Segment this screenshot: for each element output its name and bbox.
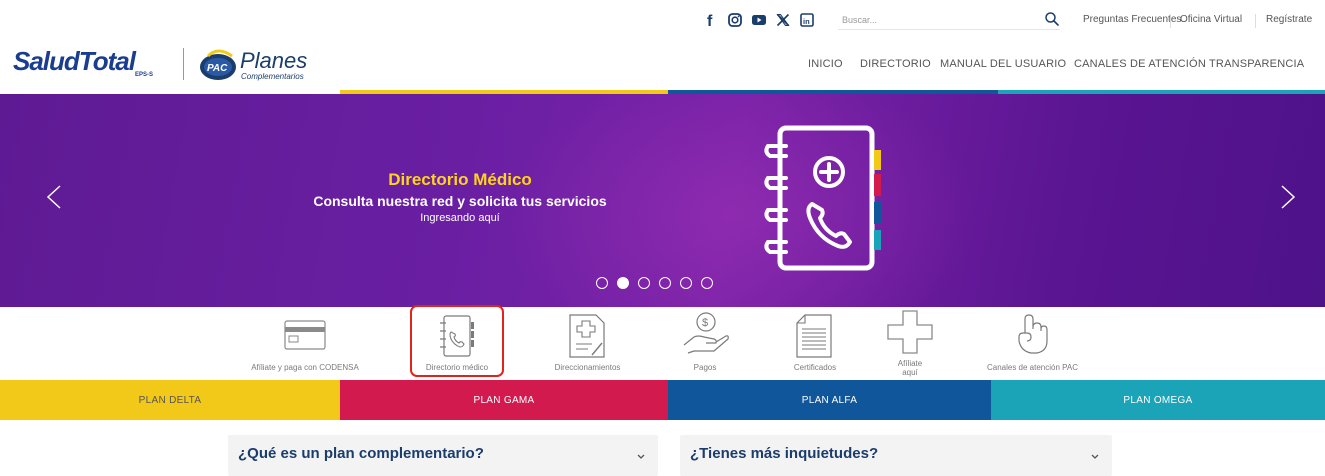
- quick-item-afiliate[interactable]: Afíliate aquí: [880, 307, 940, 380]
- hero-title: Directorio Médico: [388, 170, 532, 189]
- logo-pac-badge: PAC: [207, 63, 228, 74]
- slider-dot-5[interactable]: [680, 277, 692, 289]
- quick-access-bar: Afíliate y paga con CODENSA Directorio m…: [0, 307, 1325, 380]
- hero-subtitle: Consulta nuestra red y solicita tus serv…: [313, 193, 607, 209]
- quick-label: Pagos: [693, 363, 717, 372]
- logo-main-text: SaludTotal: [13, 46, 136, 76]
- quick-item-codensa[interactable]: Afíliate y paga con CODENSA: [230, 307, 380, 380]
- slider-dot-4[interactable]: [659, 277, 671, 289]
- payment-hand-icon: $: [682, 311, 730, 360]
- quick-label: Afíliate y paga con CODENSA: [251, 363, 359, 372]
- logo-suffix: EPS-S: [134, 72, 153, 79]
- accordion-mas-inquietudes[interactable]: ¿Tienes más inquietudes?: [680, 435, 1112, 476]
- plan-gama-button[interactable]: PLAN GAMA: [340, 380, 668, 420]
- certificate-document-icon: [795, 313, 833, 364]
- virtual-office-link[interactable]: Oficina Virtual: [1180, 14, 1242, 25]
- nav-canales-atencion[interactable]: CANALES DE ATENCIÓN: [1074, 58, 1206, 70]
- linkedin-icon[interactable]: in: [798, 11, 816, 29]
- selected-item-highlight: [410, 305, 504, 377]
- logo-pac-subtitle: Complementarios: [241, 72, 304, 81]
- divider: [1255, 14, 1256, 28]
- logo-pac-title: Planes: [240, 48, 307, 73]
- youtube-icon[interactable]: [750, 11, 768, 29]
- slider-dot-2[interactable]: [617, 277, 629, 289]
- accordion-title: ¿Qué es un plan complementario?: [238, 445, 484, 462]
- hero-slider: Directorio Médico Consulta nuestra red y…: [0, 94, 1325, 307]
- plus-cross-icon: [886, 309, 934, 360]
- search-input[interactable]: [838, 11, 1028, 29]
- facebook-icon[interactable]: f: [702, 11, 720, 30]
- nav-directorio[interactable]: DIRECTORIO: [860, 58, 931, 70]
- chevron-down-icon: [636, 449, 646, 459]
- medical-document-icon: [568, 313, 606, 364]
- quick-label: Certificados: [793, 363, 837, 372]
- quick-item-pagos[interactable]: $ Pagos: [670, 307, 740, 380]
- quick-item-certificados[interactable]: Certificados: [770, 307, 860, 380]
- chevron-down-icon: [1090, 449, 1100, 459]
- main-header: SaludTotalEPS-S PAC Planes Complementari…: [0, 38, 1325, 90]
- quick-label: Direccionamientos: [554, 363, 621, 372]
- hand-pointer-icon: [1015, 311, 1051, 360]
- plan-alfa-button[interactable]: PLAN ALFA: [668, 380, 991, 420]
- svg-text:f: f: [707, 13, 713, 29]
- quick-label: Canales de atención PAC: [986, 363, 1079, 372]
- credit-card-icon: [284, 319, 326, 356]
- hero-caption: Directorio Médico Consulta nuestra red y…: [250, 170, 670, 224]
- nav-transparencia[interactable]: TRANSPARENCIA: [1209, 58, 1304, 70]
- accordion-que-es-plan[interactable]: ¿Qué es un plan complementario?: [228, 435, 658, 476]
- slider-dots: [596, 277, 722, 289]
- search-icon[interactable]: [1044, 11, 1060, 27]
- x-twitter-icon[interactable]: [774, 11, 792, 29]
- quick-item-canales-pac[interactable]: Canales de atención PAC: [975, 307, 1090, 380]
- slider-dot-1[interactable]: [596, 277, 608, 289]
- svg-text:in: in: [803, 17, 810, 26]
- slider-dot-6[interactable]: [701, 277, 713, 289]
- pac-planes-logo[interactable]: PAC Planes Complementarios: [198, 40, 338, 86]
- search-box: [838, 10, 1060, 30]
- accordion-title: ¿Tienes más inquietudes?: [690, 445, 879, 462]
- logo-divider: [183, 48, 184, 80]
- plan-delta-button[interactable]: PLAN DELTA: [0, 380, 340, 420]
- hero-link[interactable]: Ingresando aquí: [250, 212, 670, 224]
- instagram-icon[interactable]: [726, 11, 744, 29]
- nav-manual-usuario[interactable]: MANUAL DEL USUARIO: [940, 58, 1066, 70]
- slider-prev-button[interactable]: [42, 182, 66, 212]
- salud-total-logo[interactable]: SaludTotalEPS-S: [13, 46, 153, 78]
- phone-directory-illustration-icon: [760, 122, 890, 274]
- quick-label: aquí: [902, 368, 918, 377]
- plans-bar: PLAN DELTA PLAN GAMA PLAN ALFA PLAN OMEG…: [0, 380, 1325, 420]
- svg-text:$: $: [702, 317, 708, 329]
- register-link[interactable]: Regístrate: [1266, 14, 1312, 25]
- social-links: f in: [702, 11, 816, 30]
- top-utility-bar: f in Preguntas Frecuentes Oficina Virtua…: [0, 0, 1325, 38]
- plan-omega-button[interactable]: PLAN OMEGA: [991, 380, 1325, 420]
- faq-link[interactable]: Preguntas Frecuentes: [1083, 14, 1181, 25]
- nav-inicio[interactable]: INICIO: [808, 58, 843, 70]
- quick-label: Afíliate: [897, 359, 923, 368]
- divider: [1170, 14, 1171, 28]
- quick-item-direccionamientos[interactable]: Direccionamientos: [535, 307, 640, 380]
- slider-dot-3[interactable]: [638, 277, 650, 289]
- slider-next-button[interactable]: [1276, 182, 1300, 212]
